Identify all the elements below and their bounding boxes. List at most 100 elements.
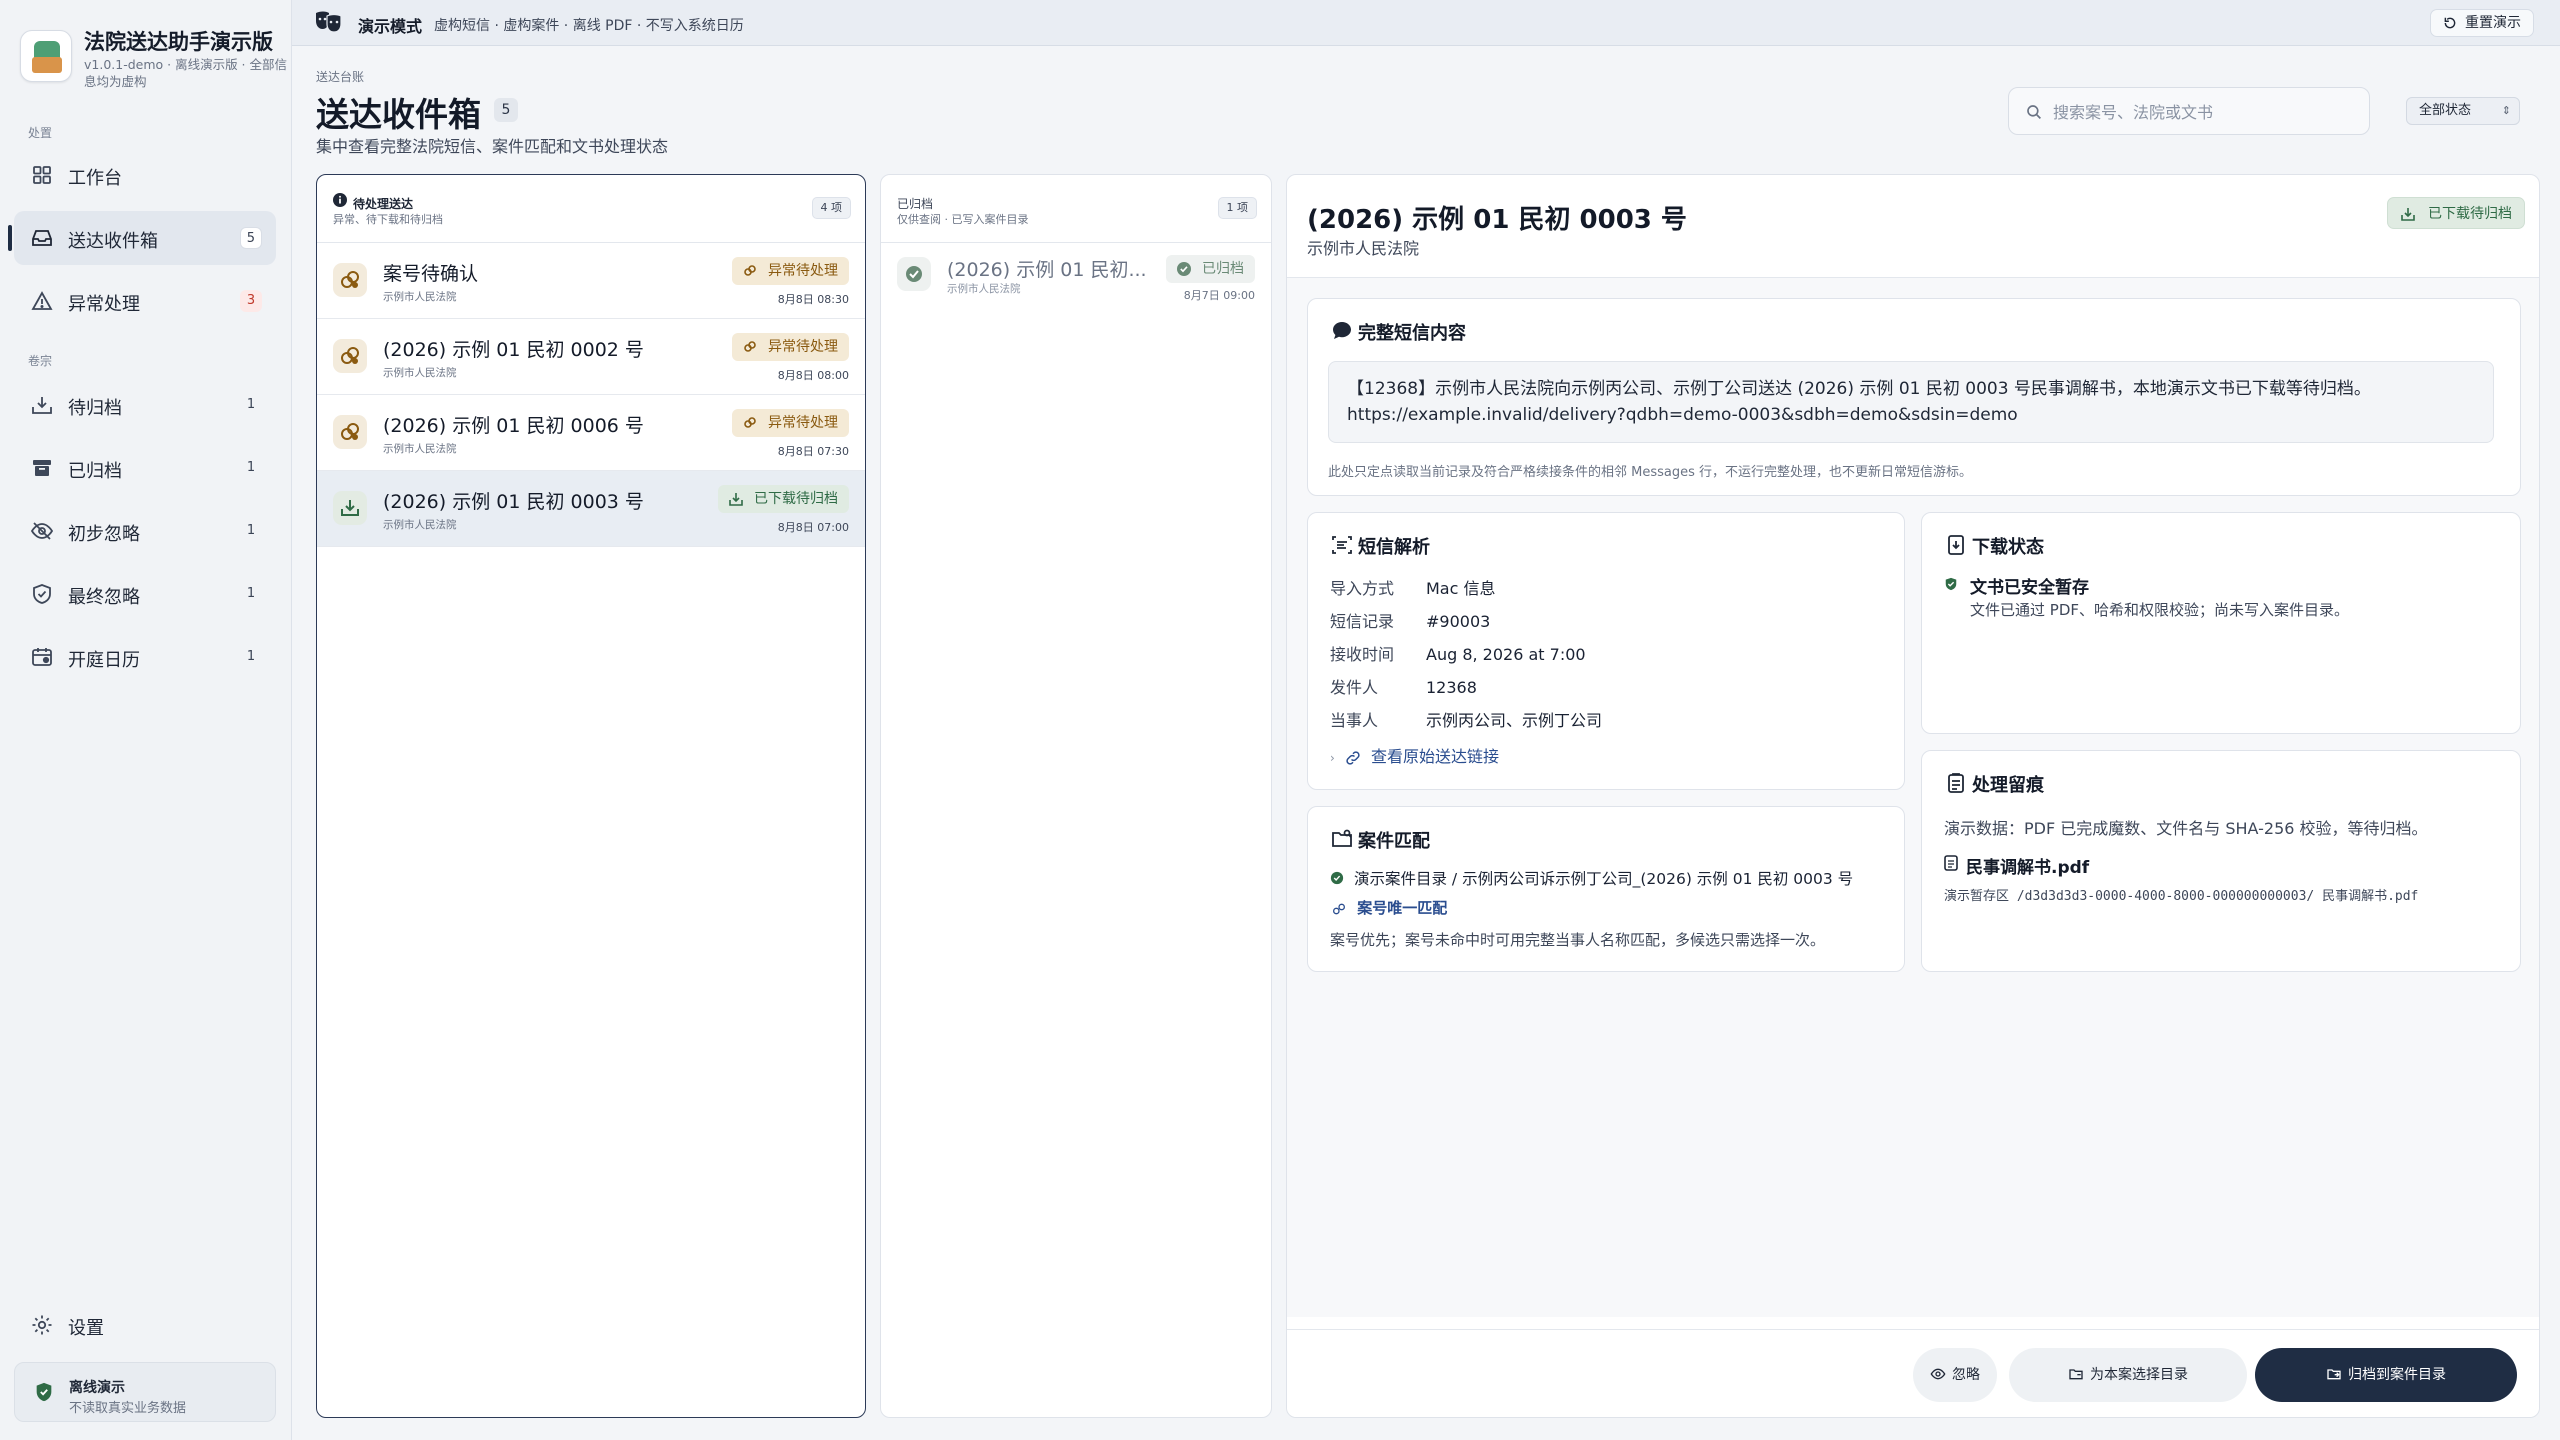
offline-desc: 不读取真实业务数据 — [69, 1401, 187, 1416]
row-court: 示例市人民法院 — [383, 519, 457, 531]
archived-row[interactable]: (2026) 示例 01 民初... 示例市人民法院 已归档 8月7日 09:0… — [881, 243, 1271, 307]
choose-folder-label: 为本案选择目录 — [2090, 1367, 2188, 1383]
sidebar-count-badge: 5 — [239, 227, 262, 249]
check-circle-icon — [897, 257, 931, 291]
sidebar-count-badge: 1 — [246, 460, 256, 475]
trace-file-path: 演示暂存区 /d3d3d3d3-0000-4000-8000-000000000… — [1944, 889, 2419, 904]
tray-download-icon — [32, 397, 52, 414]
page-subtitle: 集中查看完整法院短信、案件匹配和文书处理状态 — [316, 137, 669, 156]
eye-off-icon — [30, 522, 54, 540]
sidebar-item-settings[interactable]: 设置 — [14, 1298, 276, 1352]
link-warning-icon — [333, 415, 367, 449]
folder-search-icon — [1332, 829, 1352, 847]
sidebar-item-label: 最终忽略 — [68, 587, 140, 608]
sidebar-item-calendar[interactable]: 开庭日历 1 — [14, 630, 276, 684]
row-title: (2026) 示例 01 民初... — [947, 259, 1147, 281]
sidebar-item-label: 工作台 — [68, 168, 122, 189]
status-badge-label: 已归档 — [1202, 261, 1244, 277]
grid-icon — [33, 166, 51, 184]
original-link-toggle[interactable]: › 查看原始送达链接 — [1330, 743, 1499, 767]
download-card-title: 下载状态 — [1972, 537, 2044, 558]
trace-file-name: 民事调解书.pdf — [1966, 858, 2090, 878]
match-unique-label: 案号唯一匹配 — [1330, 897, 1447, 918]
check-circle-icon — [1330, 871, 1344, 885]
trace-card-title: 处理留痕 — [1972, 775, 2044, 796]
delivery-row[interactable]: (2026) 示例 01 民初 0006 号 示例市人民法院 异常待处理 8月8… — [317, 395, 865, 471]
delivery-row-selected[interactable]: (2026) 示例 01 民初 0003 号 示例市人民法院 已下载待归档 8月… — [317, 471, 865, 547]
folder-export-icon — [2327, 1368, 2341, 1379]
sidebar-item-exceptions[interactable]: 异常处理 3 — [14, 274, 276, 328]
download-status-desc: 文件已通过 PDF、哈希和权限校验；尚未写入案件目录。 — [1970, 601, 2349, 619]
sidebar-item-label: 异常处理 — [68, 294, 140, 315]
sidebar: 法院送达助手演示版 v1.0.1-demo · 离线演示版 · 全部信息均为虚构… — [0, 0, 292, 1440]
sidebar-item-workbench[interactable]: 工作台 — [14, 148, 276, 202]
sidebar-item-to-archive[interactable]: 待归档 1 — [14, 378, 276, 432]
detail-status-label: 已下载待归档 — [2428, 206, 2512, 222]
sidebar-item-final-ignored[interactable]: 最终忽略 1 — [14, 567, 276, 621]
sidebar-count-badge: 1 — [246, 397, 256, 412]
status-badge-label: 异常待处理 — [768, 339, 838, 355]
pending-deliveries-panel: 待处理送达 异常、待下载和待归档 4 项 案号待确认 示例市人民法院 异常待处理… — [316, 174, 866, 1418]
status-badge: 异常待处理 — [732, 409, 849, 437]
reset-demo-button[interactable]: 重置演示 — [2430, 9, 2534, 37]
delivery-row[interactable]: 案号待确认 示例市人民法院 异常待处理 8月8日 08:30 — [317, 243, 865, 319]
ignore-label: 忽略 — [1952, 1367, 1980, 1383]
sidebar-count-badge: 1 — [246, 523, 256, 538]
sidebar-item-label: 开庭日历 — [68, 650, 140, 671]
link-warning-icon — [744, 417, 756, 428]
status-badge: 已下载待归档 — [718, 485, 849, 513]
delivery-row[interactable]: (2026) 示例 01 民初 0002 号 示例市人民法院 异常待处理 8月8… — [317, 319, 865, 395]
sidebar-item-label: 设置 — [68, 1318, 104, 1339]
chevron-updown-icon: ⇕ — [2501, 104, 2511, 117]
detail-action-bar: 忽略 为本案选择目录 归档到案件目录 — [1287, 1329, 2539, 1417]
link-icon — [1346, 750, 1360, 765]
status-badge-label: 已下载待归档 — [754, 491, 838, 507]
shield-check-icon — [1945, 577, 1957, 591]
chat-bubble-icon — [1333, 322, 1351, 339]
sidebar-item-label: 初步忽略 — [68, 524, 140, 545]
status-badge-label: 异常待处理 — [768, 263, 838, 279]
sidebar-item-inbox[interactable]: 送达收件箱 5 — [8, 211, 276, 265]
row-title: (2026) 示例 01 民初 0003 号 — [383, 491, 644, 513]
row-court: 示例市人民法院 — [383, 367, 457, 379]
sms-parse-card: 短信解析 导入方式 Mac 信息 短信记录 #90003 接收时间 Aug 8, 20… — [1307, 512, 1905, 790]
sms-content-card: 完整短信内容 【12368】示例市人民法院向示例丙公司、示例丁公司送达 (202… — [1307, 298, 2521, 496]
status-filter-value: 全部状态 — [2419, 103, 2472, 118]
page-title: 送达收件箱 — [316, 95, 481, 134]
warning-icon — [31, 291, 53, 310]
sidebar-count-badge: 1 — [246, 586, 256, 601]
choose-folder-button[interactable]: 为本案选择目录 — [2009, 1348, 2247, 1402]
sidebar-count-badge: 1 — [246, 649, 256, 664]
archived-title: 已归档 — [897, 197, 934, 211]
archived-header: 已归档 仅供查阅 · 已写入案件目录 1 项 — [881, 175, 1271, 243]
parse-card-title: 短信解析 — [1358, 537, 1430, 558]
calendar-icon — [32, 648, 52, 666]
pending-header: 待处理送达 异常、待下载和待归档 4 项 — [317, 175, 865, 243]
tray-download-icon — [729, 493, 743, 506]
sidebar-item-prelim-ignored[interactable]: 初步忽略 1 — [14, 504, 276, 558]
pending-count: 4 项 — [811, 197, 851, 219]
sidebar-item-archived[interactable]: 已归档 1 — [14, 441, 276, 495]
detail-body: 完整短信内容 【12368】示例市人民法院向示例丙公司、示例丁公司送达 (202… — [1287, 277, 2539, 1317]
clipboard-icon — [1948, 773, 1964, 793]
sms-card-title: 完整短信内容 — [1358, 323, 1466, 344]
pdf-file-icon — [1944, 855, 1958, 871]
detail-case-number: (2026) 示例 01 民初 0003 号 — [1307, 205, 1687, 235]
archived-desc: 仅供查阅 · 已写入案件目录 — [897, 213, 1029, 226]
archived-panel: 已归档 仅供查阅 · 已写入案件目录 1 项 (2026) 示例 01 民初..… — [880, 174, 1272, 1418]
row-time: 8月8日 08:30 — [777, 293, 849, 306]
shield-check-icon — [33, 584, 51, 604]
trace-desc: 演示数据：PDF 已完成魔数、文件名与 SHA-256 校验，等待归档。 — [1944, 819, 2428, 838]
sidebar-item-label: 已归档 — [68, 461, 122, 482]
status-filter-select[interactable]: 全部状态 ⇕ — [2406, 97, 2520, 125]
app-brand: 法院送达助手演示版 v1.0.1-demo · 离线演示版 · 全部信息均为虚构 — [20, 26, 287, 92]
row-time: 8月7日 09:00 — [1183, 289, 1255, 302]
archive-to-folder-button[interactable]: 归档到案件目录 — [2255, 1348, 2517, 1402]
demo-mode-label: 演示模式 — [358, 17, 423, 36]
group-label-process: 处置 — [28, 126, 53, 140]
link-warning-icon — [744, 341, 756, 352]
detail-status-badge: 已下载待归档 — [2387, 197, 2525, 229]
parse-field: 导入方式 Mac 信息 — [1330, 579, 1496, 598]
search-input[interactable] — [2053, 99, 2353, 125]
ignore-button[interactable]: 忽略 — [1913, 1348, 1997, 1402]
